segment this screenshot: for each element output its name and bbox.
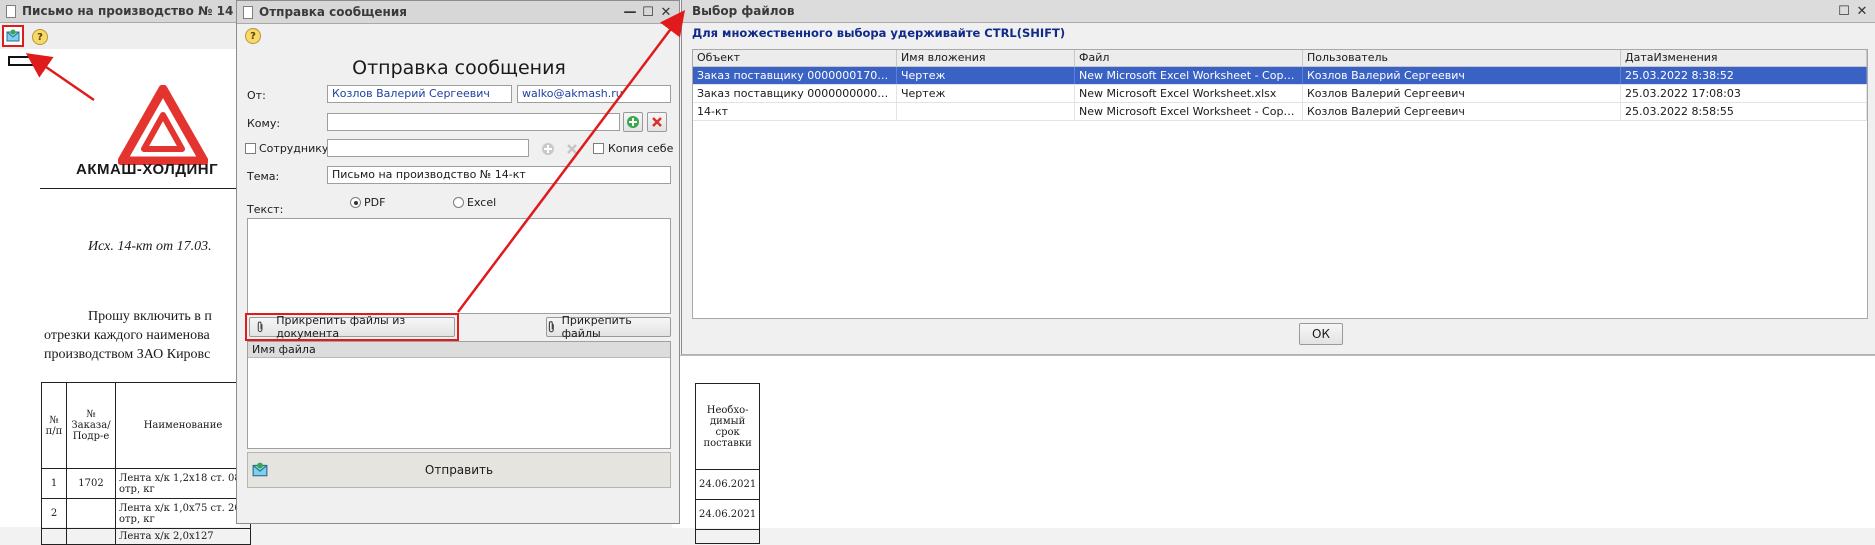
copy-self-label: Копия себе <box>608 142 674 155</box>
col-user[interactable]: Пользователь <box>1303 50 1621 66</box>
document-icon <box>6 4 16 18</box>
files-grid[interactable]: Объект Имя вложения Файл Пользователь Да… <box>692 49 1868 319</box>
send-dialog-heading: Отправка сообщения <box>352 57 566 79</box>
body-line-1: Прошу включить в п <box>88 309 212 324</box>
document-reference: Исх. 14-кт от 17.03. <box>88 239 212 254</box>
send-button-label: Отправить <box>424 463 494 477</box>
table-row[interactable]: Заказ поставщику 00000001702 от 2... Чер… <box>693 67 1867 85</box>
remove-icon <box>567 144 577 154</box>
dialog-icon <box>243 5 253 19</box>
close-icon[interactable]: ✕ <box>1855 4 1869 19</box>
col-order: № Заказа/ Подр-е <box>66 382 116 469</box>
table-row: Лента х/к 2,0х127 <box>41 528 251 545</box>
send-button[interactable]: Отправить <box>247 452 671 488</box>
send-mail-icon <box>6 29 20 42</box>
order-table-date-column: Необхо-димый срок поставки 24.06.2021 24… <box>694 383 761 544</box>
ok-button[interactable]: ОК <box>1299 323 1343 345</box>
employee-label: Сотруднику: <box>259 142 333 155</box>
maximize-icon[interactable]: ☐ <box>641 5 655 20</box>
order-table-header: № п/п № Заказа/ Подр-е Наименование <box>41 382 251 469</box>
akmash-logo <box>118 85 208 165</box>
from-label: От: <box>247 89 266 102</box>
file-dialog-title: Выбор файлов <box>692 4 795 18</box>
document-titlebar: Письмо на производство № 14-кт <box>0 0 239 23</box>
files-grid-header: Объект Имя вложения Файл Пользователь Да… <box>693 50 1867 67</box>
add-employee-button[interactable] <box>539 140 557 158</box>
format-excel-label: Excel <box>467 196 497 209</box>
file-dialog-hint: Для множественного выбора удерживайте CT… <box>692 26 1066 40</box>
send-mail-button[interactable] <box>2 25 24 47</box>
copy-self-checkbox[interactable] <box>593 143 604 154</box>
subject-label: Тема: <box>247 170 280 183</box>
from-name-field[interactable]: Козлов Валерий Сергеевич <box>327 85 512 103</box>
col-file[interactable]: Файл <box>1075 50 1303 66</box>
col-date[interactable]: ДатаИзменения <box>1621 50 1867 66</box>
close-icon[interactable]: ✕ <box>659 5 673 20</box>
send-mail-icon <box>252 462 268 477</box>
employee-checkbox[interactable] <box>245 143 256 154</box>
send-dialog-title: Отправка сообщения <box>259 5 407 19</box>
col-name: Наименование <box>115 382 251 469</box>
document-toolbar: ? <box>0 23 239 50</box>
table-row: 2 Лента х/к 1,0х75 ст. 20 отр, кг <box>41 498 251 529</box>
from-email-field[interactable]: walko@akmash.ru <box>517 85 671 103</box>
subject-field[interactable]: Письмо на производство № 14-кт <box>327 166 671 184</box>
file-selection-dialog: Выбор файлов ☐ ✕ Для множественного выбо… <box>681 0 1875 355</box>
remove-employee-button[interactable] <box>563 140 581 158</box>
attachments-column-filename[interactable]: Имя файла <box>248 342 670 358</box>
col-object[interactable]: Объект <box>693 50 897 66</box>
add-recipient-button[interactable] <box>623 112 643 132</box>
table-row: 1 1702 Лента х/к 1,2х18 ст. 08 отр, кг <box>41 468 251 499</box>
logo-text: АКМАШ-ХОЛДИНГ <box>76 161 219 178</box>
send-message-dialog: Отправка сообщения — ☐ ✕ ? Отправка сооб… <box>236 0 680 524</box>
paperclip-icon <box>548 321 554 333</box>
document-window: Письмо на производство № 14-кт ? АКМАШ-Х… <box>0 0 251 545</box>
document-page: АКМАШ-ХОЛДИНГ Исх. 14-кт от 17.03. Прошу… <box>0 49 251 545</box>
body-line-3: производством ЗАО Кировс <box>44 347 211 362</box>
attach-files-label: Прикрепить файлы <box>561 314 632 340</box>
cell-cursor[interactable] <box>8 56 42 66</box>
format-excel-radio[interactable] <box>453 197 464 208</box>
help-icon[interactable]: ? <box>245 28 261 44</box>
send-dialog-titlebar: Отправка сообщения — ☐ ✕ <box>237 1 679 24</box>
message-textarea[interactable] <box>247 218 671 314</box>
document-page-right-strip: Необхо-димый срок поставки 24.06.2021 24… <box>672 355 1875 544</box>
paperclip-icon <box>257 321 263 333</box>
attach-from-document-label: Прикрепить файлы из документа <box>276 314 406 340</box>
maximize-icon[interactable]: ☐ <box>1837 4 1851 19</box>
logo-underline <box>40 188 240 189</box>
attach-files-button[interactable]: Прикрепить файлы <box>546 314 671 340</box>
to-field[interactable] <box>327 113 620 131</box>
col-attachment[interactable]: Имя вложения <box>897 50 1075 66</box>
document-title: Письмо на производство № 14-кт <box>22 4 233 18</box>
to-label: Кому: <box>247 117 281 130</box>
file-dialog-titlebar: Выбор файлов ☐ ✕ <box>682 0 1875 23</box>
attachments-list[interactable]: Имя файла <box>247 341 671 449</box>
order-table: № п/п № Заказа/ Подр-е Наименование 1 17… <box>41 382 251 545</box>
col-date: Необхо-димый срок поставки <box>694 383 761 470</box>
remove-icon <box>652 117 662 127</box>
attach-from-document-button[interactable]: Прикрепить файлы из документа <box>249 314 455 340</box>
text-label: Текст: <box>247 203 284 216</box>
col-number: № п/п <box>41 382 67 469</box>
add-icon <box>542 143 554 155</box>
body-line-2: отрезки каждого наименова <box>44 328 210 343</box>
format-pdf-label: PDF <box>364 196 386 209</box>
help-icon[interactable]: ? <box>32 29 48 45</box>
employee-field[interactable] <box>327 139 529 157</box>
minimize-icon[interactable]: — <box>623 5 637 20</box>
format-pdf-radio[interactable] <box>350 197 361 208</box>
add-icon <box>627 116 639 128</box>
remove-recipient-button[interactable] <box>647 112 667 132</box>
table-row[interactable]: Заказ поставщику 00000000001 от 0... Чер… <box>693 85 1867 103</box>
table-row[interactable]: 14-кт New Microsoft Excel Worksheet - Co… <box>693 103 1867 121</box>
